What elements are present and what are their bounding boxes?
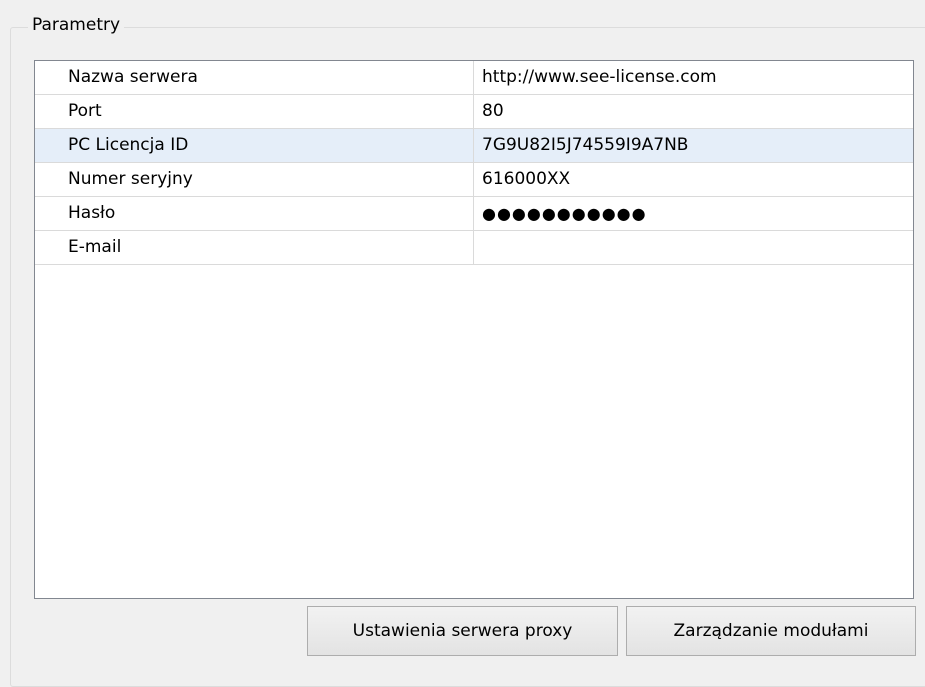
license-id-field[interactable]: 7G9U82I5J74559I9A7NB	[474, 129, 913, 162]
email-field[interactable]	[474, 231, 913, 264]
table-row[interactable]: Numer seryjny 616000XX	[35, 163, 913, 197]
manage-modules-button[interactable]: Zarządzanie modułami	[626, 606, 916, 656]
property-name-password: Hasło	[35, 197, 474, 230]
table-row[interactable]: Hasło ●●●●●●●●●●●	[35, 197, 913, 231]
table-row[interactable]: E-mail	[35, 231, 913, 265]
password-field[interactable]: ●●●●●●●●●●●	[474, 197, 913, 230]
property-name-serial: Numer seryjny	[35, 163, 474, 196]
property-name-port: Port	[35, 95, 474, 128]
table-row-selected[interactable]: PC Licencja ID 7G9U82I5J74559I9A7NB	[35, 129, 913, 163]
serial-number-field[interactable]: 616000XX	[474, 163, 913, 196]
server-url-field[interactable]: http://www.see-license.com	[474, 61, 913, 94]
table-row[interactable]: Port 80	[35, 95, 913, 129]
groupbox-title: Parametry	[28, 14, 125, 36]
port-field[interactable]: 80	[474, 95, 913, 128]
property-name-email: E-mail	[35, 231, 474, 264]
table-row[interactable]: Nazwa serwera http://www.see-license.com	[35, 61, 913, 95]
property-name-license-id: PC Licencja ID	[35, 129, 474, 162]
proxy-settings-button[interactable]: Ustawienia serwera proxy	[307, 606, 618, 656]
property-name-server: Nazwa serwera	[35, 61, 474, 94]
property-grid[interactable]: Nazwa serwera http://www.see-license.com…	[34, 60, 914, 599]
